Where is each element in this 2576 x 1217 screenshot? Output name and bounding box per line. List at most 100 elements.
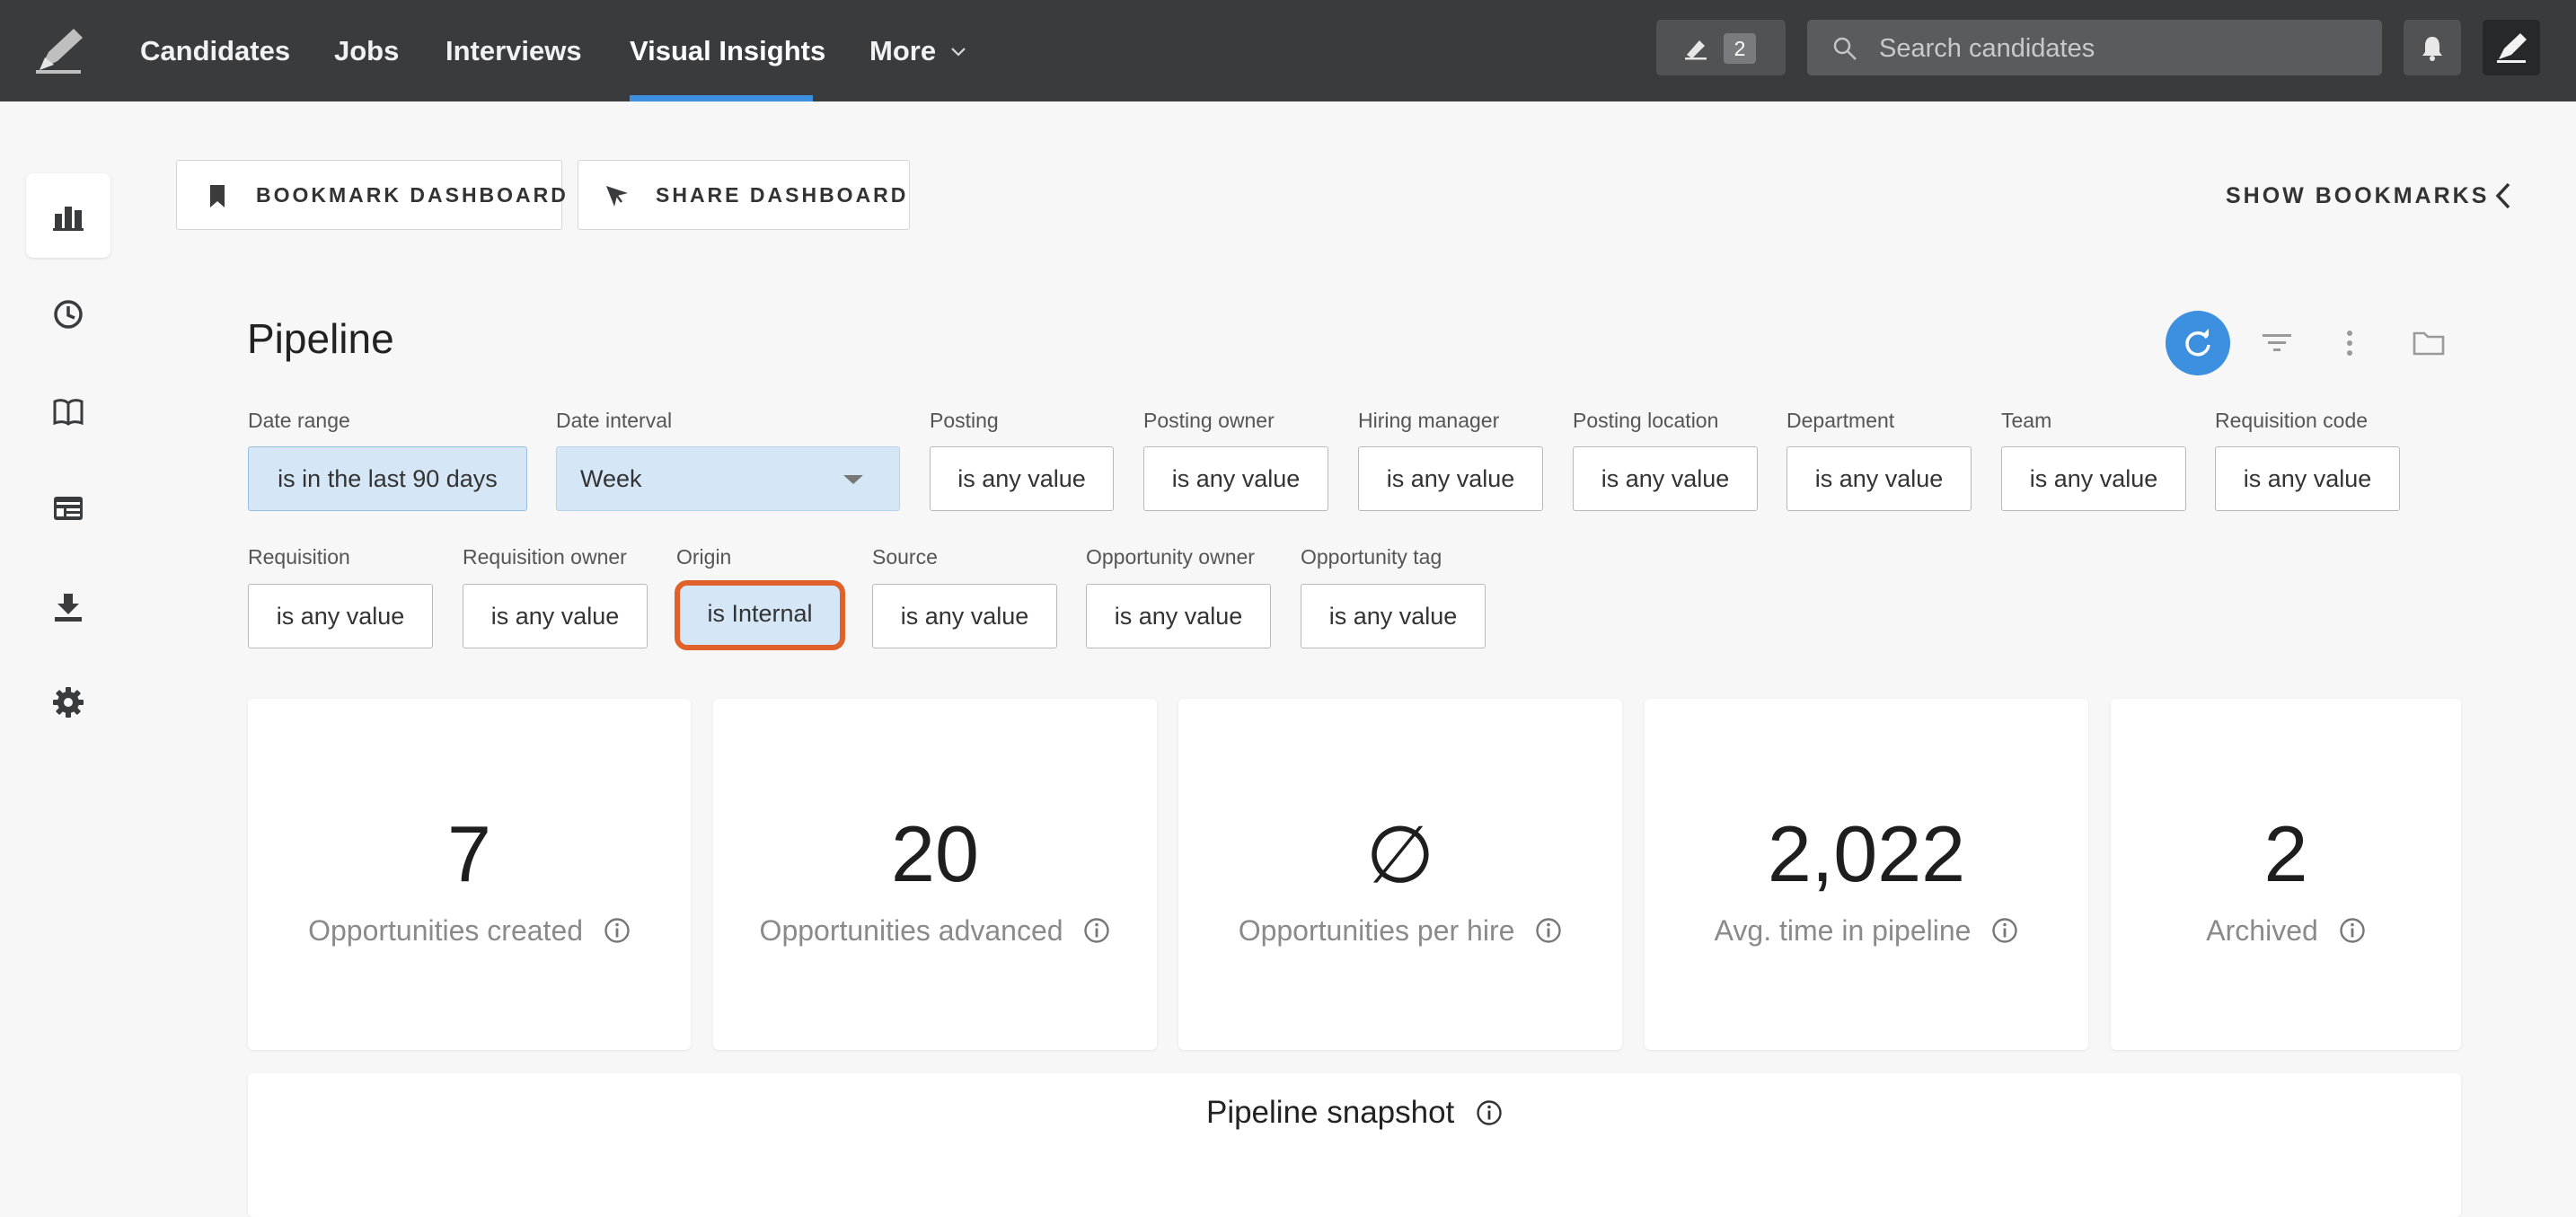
metric-value: 2 <box>2263 809 2308 898</box>
filter-opportunity-owner[interactable]: is any value <box>1086 584 1271 648</box>
info-icon[interactable] <box>1535 917 1562 944</box>
search-icon <box>1833 37 1857 60</box>
nav-interviews[interactable]: Interviews <box>446 0 582 101</box>
pencil-icon <box>1685 40 1707 60</box>
page-title: Pipeline <box>247 315 394 362</box>
bookmark-icon <box>210 185 225 207</box>
filter-hiring-manager-label: Hiring manager <box>1358 409 1500 432</box>
metric-caption-row: Avg. time in pipeline <box>1645 914 2088 948</box>
metric-caption-row: Archived <box>2111 914 2461 948</box>
card-icon <box>54 497 83 520</box>
metric-card-avg-time-in-pipeline[interactable]: 2,022 Avg. time in pipeline <box>1645 699 2088 1050</box>
notifications-button[interactable] <box>2404 20 2461 75</box>
filter-opportunity-tag-label: Opportunity tag <box>1301 545 1442 569</box>
filter-date-interval-select[interactable]: Week <box>556 446 900 511</box>
metric-card-opportunities-created[interactable]: 7 Opportunities created <box>248 699 691 1050</box>
sidebar-settings[interactable] <box>26 660 110 745</box>
metric-caption-row: Opportunities created <box>248 914 691 948</box>
filter-team[interactable]: is any value <box>2001 446 2186 511</box>
chevron-down-icon[interactable] <box>950 47 966 57</box>
edit-queue-button[interactable]: 2 <box>1656 20 1786 75</box>
filter-opportunity-tag[interactable]: is any value <box>1301 584 1486 648</box>
send-icon <box>606 186 628 207</box>
filter-requisition-owner[interactable]: is any value <box>463 584 648 648</box>
active-tab-indicator <box>630 95 813 101</box>
metric-caption: Avg. time in pipeline <box>1714 914 1972 947</box>
filter-source-label: Source <box>872 545 938 569</box>
folder-icon[interactable] <box>2412 327 2446 359</box>
filter-requisition-label: Requisition <box>248 545 350 569</box>
filter-date-interval-label: Date interval <box>556 409 673 432</box>
bookmark-dashboard-label: BOOKMARK DASHBOARD <box>256 183 569 207</box>
metric-value: 7 <box>447 809 491 898</box>
show-bookmarks-button[interactable]: SHOW BOOKMARKS <box>2226 178 2510 214</box>
filter-posting-label: Posting <box>930 409 999 432</box>
filter-hiring-manager[interactable]: is any value <box>1358 446 1543 511</box>
caret-down-icon <box>843 475 863 484</box>
filter-department-label: Department <box>1786 409 1895 432</box>
more-options-icon[interactable] <box>2333 327 2367 359</box>
filter-date-range[interactable]: is in the last 90 days <box>248 446 527 511</box>
metric-value: 2,022 <box>1767 809 1966 898</box>
info-icon[interactable] <box>604 917 631 944</box>
book-icon <box>53 399 84 426</box>
sidebar-cards[interactable] <box>26 466 110 551</box>
download-icon <box>55 594 82 622</box>
filter-posting-location[interactable]: is any value <box>1573 446 1758 511</box>
metric-caption-row: Opportunities advanced <box>713 914 1157 948</box>
sidebar-dashboards[interactable] <box>26 173 110 258</box>
filter-origin[interactable]: is Internal <box>675 580 845 650</box>
filter-opportunity-owner-label: Opportunity owner <box>1086 545 1255 569</box>
metric-value: ∅ <box>1365 810 1435 899</box>
metric-caption: Opportunities per hire <box>1238 914 1515 947</box>
sidebar-downloads[interactable] <box>26 565 110 649</box>
sidebar-recent[interactable] <box>26 272 110 357</box>
pipeline-snapshot-title-row: Pipeline snapshot <box>248 1095 2461 1131</box>
filter-date-interval-value: Week <box>580 465 642 492</box>
filter-posting-location-label: Posting location <box>1573 409 1719 432</box>
filter-requisition-code[interactable]: is any value <box>2215 446 2400 511</box>
pipeline-snapshot-title: Pipeline snapshot <box>1205 1095 1455 1130</box>
filter-posting-owner[interactable]: is any value <box>1143 446 1328 511</box>
filter-origin-label: Origin <box>676 545 732 569</box>
bar-chart-icon <box>53 207 84 231</box>
chevron-left-icon <box>2495 182 2510 209</box>
filter-requisition[interactable]: is any value <box>248 584 433 648</box>
nav-more[interactable]: More <box>869 0 936 101</box>
lever-logo-icon[interactable] <box>34 25 86 74</box>
clock-icon <box>54 300 83 329</box>
filter-requisition-code-label: Requisition code <box>2215 409 2369 432</box>
bookmark-dashboard-button[interactable]: BOOKMARK DASHBOARD <box>176 160 566 230</box>
user-avatar-icon <box>2497 33 2527 63</box>
share-dashboard-label: SHARE DASHBOARD <box>656 183 909 207</box>
bell-icon <box>2422 37 2442 61</box>
metric-value: 20 <box>891 809 979 898</box>
gear-icon <box>53 687 84 718</box>
filter-source[interactable]: is any value <box>872 584 1057 648</box>
edit-count-badge: 2 <box>1724 33 1756 64</box>
filter-posting-owner-label: Posting owner <box>1143 409 1275 432</box>
metric-card-archived[interactable]: 2 Archived <box>2111 699 2461 1050</box>
sidebar-library[interactable] <box>26 369 110 454</box>
top-navigation-bar: Candidates Jobs Interviews Visual Insigh… <box>0 0 2576 101</box>
metric-caption: Opportunities advanced <box>759 914 1063 947</box>
filter-department[interactable]: is any value <box>1786 446 1972 511</box>
nav-visual-insights[interactable]: Visual Insights <box>630 0 825 101</box>
nav-jobs[interactable]: Jobs <box>334 0 399 101</box>
info-icon[interactable] <box>1476 1099 1503 1126</box>
metric-caption: Archived <box>2206 914 2318 947</box>
share-dashboard-button[interactable]: SHARE DASHBOARD <box>578 160 910 230</box>
search-input[interactable] <box>1877 20 2366 77</box>
metric-card-opportunities-advanced[interactable]: 20 Opportunities advanced <box>713 699 1157 1050</box>
filter-posting[interactable]: is any value <box>930 446 1114 511</box>
filter-icon[interactable] <box>2260 327 2294 359</box>
info-icon[interactable] <box>1991 917 2018 944</box>
refresh-button[interactable] <box>2166 311 2230 375</box>
user-menu-button[interactable] <box>2483 20 2540 75</box>
metric-card-opportunities-per-hire[interactable]: ∅ Opportunities per hire <box>1178 699 1622 1050</box>
filter-requisition-owner-label: Requisition owner <box>463 545 627 569</box>
nav-candidates[interactable]: Candidates <box>140 0 290 101</box>
info-icon[interactable] <box>2339 917 2366 944</box>
filter-date-range-label: Date range <box>248 409 350 432</box>
info-icon[interactable] <box>1083 917 1110 944</box>
